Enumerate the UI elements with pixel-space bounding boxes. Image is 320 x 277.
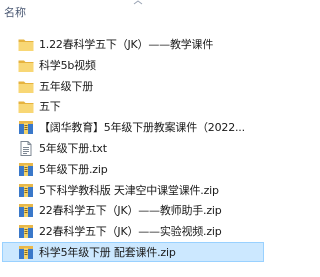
zip-archive-icon xyxy=(18,245,34,260)
list-item[interactable]: 22春科学五下（JK）——实验视频.zip xyxy=(2,221,264,241)
folder-icon xyxy=(18,99,34,114)
file-name: 科学5b视频 xyxy=(39,58,96,72)
folder-icon xyxy=(18,79,34,94)
zip-archive-icon xyxy=(18,203,34,218)
list-item[interactable]: 5下科学教科版 天津空中课堂课件.zip xyxy=(2,180,264,200)
file-name: 5年级下册.txt xyxy=(39,141,107,155)
file-name: 科学5年级下册 配套课件.zip xyxy=(39,245,176,259)
file-name: 5下科学教科版 天津空中课堂课件.zip xyxy=(39,183,219,197)
folder-icon xyxy=(18,37,34,52)
file-name: 五下 xyxy=(39,100,61,114)
list-item[interactable]: 1.22春科学五下（JK）——教学课件 xyxy=(2,34,264,54)
zip-archive-icon xyxy=(18,162,34,177)
file-list: 1.22春科学五下（JK）——教学课件 科学5b视频 五年级下册 五下 【阔华教… xyxy=(0,34,266,263)
list-item[interactable]: 五下 xyxy=(2,96,264,116)
list-item[interactable]: 5年级下册.txt xyxy=(2,138,264,158)
text-file-icon xyxy=(18,140,34,156)
sort-chevron-icon[interactable] xyxy=(132,0,144,6)
file-name: 5年级下册.zip xyxy=(39,162,108,176)
folder-icon xyxy=(18,58,34,73)
file-name: 五年级下册 xyxy=(39,79,93,93)
name-column-header[interactable]: 名称 xyxy=(4,6,26,20)
zip-archive-icon xyxy=(18,224,34,239)
file-name: 【阔华教育】5年级下册教案课件（2022... xyxy=(39,121,245,135)
list-item[interactable]: 五年级下册 xyxy=(2,76,264,96)
list-item[interactable]: 科学5b视频 xyxy=(2,55,264,75)
list-item[interactable]: 5年级下册.zip xyxy=(2,159,264,179)
file-name: 22春科学五下（JK）——实验视频.zip xyxy=(39,225,222,239)
file-name: 22春科学五下（JK）——教师助手.zip xyxy=(39,204,222,218)
zip-archive-icon xyxy=(18,120,34,135)
zip-archive-icon xyxy=(18,183,34,198)
column-header: 名称 xyxy=(0,0,266,26)
list-item[interactable]: 【阔华教育】5年级下册教案课件（2022... xyxy=(2,117,264,137)
list-item-selected[interactable]: 科学5年级下册 配套课件.zip xyxy=(2,241,264,262)
list-item[interactable]: 22春科学五下（JK）——教师助手.zip xyxy=(2,200,264,220)
file-name: 1.22春科学五下（JK）——教学课件 xyxy=(39,38,214,51)
